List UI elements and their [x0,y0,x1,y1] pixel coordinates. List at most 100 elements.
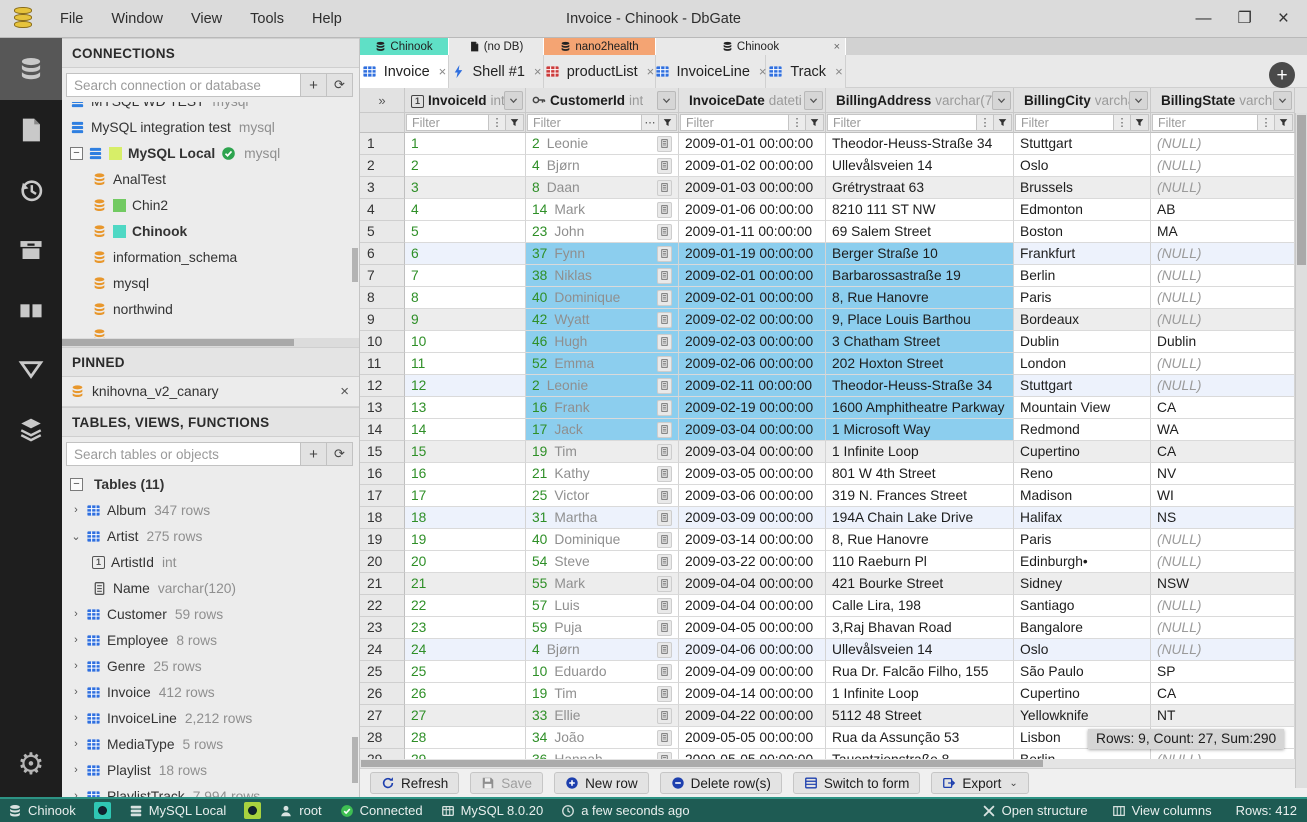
cell-invoicedate[interactable]: 2009-03-04 00:00:00 [679,419,826,441]
expand-chevron-icon[interactable]: › [70,790,82,797]
cell-invoicedate[interactable]: 2009-03-05 00:00:00 [679,463,826,485]
cell-billingcity[interactable]: Frankfurt [1014,243,1151,265]
cell-customerid[interactable]: 57 Luis [526,595,679,617]
cell-billingcity[interactable]: Bordeaux [1014,309,1151,331]
cell-billingcity[interactable]: Bangalore [1014,617,1151,639]
cell-billingaddress[interactable]: 801 W 4th Street [826,463,1014,485]
cell-billingstate[interactable]: Dublin [1151,331,1295,353]
cell-customerid[interactable]: 10 Eduardo [526,661,679,683]
cell-billingstate[interactable]: (NULL) [1151,639,1295,661]
row-number[interactable]: 26 [360,683,405,705]
cell-billingaddress[interactable]: 8, Rue Hanovre [826,529,1014,551]
filter-input[interactable]: Filter [827,114,976,131]
lookup-doc-icon[interactable] [657,179,672,196]
row-number[interactable]: 6 [360,243,405,265]
cell-billingstate[interactable]: (NULL) [1151,749,1295,759]
cell-billingstate[interactable]: CA [1151,441,1295,463]
cell-customerid[interactable]: 4 Bjørn [526,155,679,177]
cell-billingaddress[interactable]: 319 N. Frances Street [826,485,1014,507]
filter-menu-button[interactable]: ⋯ [641,114,658,131]
cell-invoiceid[interactable]: 20 [405,551,526,573]
cell-customerid[interactable]: 2 Leonie [526,375,679,397]
cell-invoicedate[interactable]: 2009-01-11 00:00:00 [679,221,826,243]
expand-chevron-icon[interactable]: › [70,608,82,620]
row-number[interactable]: 5 [360,221,405,243]
cell-billingcity[interactable]: Berlin [1014,749,1151,759]
cell-billingcity[interactable]: Cupertino [1014,441,1151,463]
cell-billingaddress[interactable]: 69 Salem Street [826,221,1014,243]
refresh-button[interactable]: Refresh [370,772,460,794]
cell-customerid[interactable]: 31 Martha [526,507,679,529]
row-number[interactable]: 8 [360,287,405,309]
cell-billingstate[interactable]: (NULL) [1151,551,1295,573]
tab-invoice[interactable]: Invoice × [360,55,449,88]
connection-item-mysql-local[interactable]: − MySQL Local mysql [62,140,359,166]
connections-search-input[interactable] [66,73,301,97]
close-tab-icon[interactable]: × [835,64,843,79]
refresh-tables-button[interactable]: ⟳ [327,442,353,466]
cell-customerid[interactable]: 19 Tim [526,683,679,705]
column-header-billingaddress[interactable]: BillingAddressvarchar(70 [826,88,1014,113]
table-item-playlist[interactable]: › Playlist 18 rows [62,757,359,783]
filter-input[interactable]: Filter [406,114,488,131]
db-group-chinook[interactable]: Chinook [360,38,449,55]
cell-billingcity[interactable]: Reno [1014,463,1151,485]
row-number[interactable]: 10 [360,331,405,353]
cell-billingaddress[interactable]: Rua da Assunção 53 [826,727,1014,749]
cell-billingaddress[interactable]: Grétrystraat 63 [826,177,1014,199]
cell-invoiceid[interactable]: 7 [405,265,526,287]
lookup-doc-icon[interactable] [657,641,672,658]
cell-billingaddress[interactable]: Tauentzienstraße 8 [826,749,1014,759]
cell-billingcity[interactable]: Edinburgh• [1014,551,1151,573]
cell-invoicedate[interactable]: 2009-03-14 00:00:00 [679,529,826,551]
cell-invoiceid[interactable]: 9 [405,309,526,331]
cell-invoicedate[interactable]: 2009-05-05 00:00:00 [679,727,826,749]
row-number[interactable]: 11 [360,353,405,375]
cell-invoiceid[interactable]: 28 [405,727,526,749]
cell-billingaddress[interactable]: Ullevålsveien 14 [826,639,1014,661]
cell-customerid[interactable]: 8 Daan [526,177,679,199]
cell-billingaddress[interactable]: Barbarossastraße 19 [826,265,1014,287]
file-nav-icon[interactable] [0,100,62,160]
cell-invoicedate[interactable]: 2009-04-04 00:00:00 [679,573,826,595]
cell-billingcity[interactable]: Edmonton [1014,199,1151,221]
cell-invoicedate[interactable]: 2009-02-11 00:00:00 [679,375,826,397]
grid-hscrollbar[interactable] [360,759,1307,768]
column-header-billingstate[interactable]: BillingStatevarcha [1151,88,1295,113]
lookup-doc-icon[interactable] [657,135,672,152]
expand-chevron-icon[interactable]: › [70,660,82,672]
row-number[interactable]: 14 [360,419,405,441]
cell-invoicedate[interactable]: 2009-02-06 00:00:00 [679,353,826,375]
column-header-invoicedate[interactable]: InvoiceDate dateti [679,88,826,113]
cell-invoiceid[interactable]: 5 [405,221,526,243]
cell-billingcity[interactable]: Stuttgart [1014,133,1151,155]
database-nav-icon[interactable] [0,38,62,100]
db-group--no-db-[interactable]: (no DB) [449,38,544,55]
connection-item-mysql-integration-test[interactable]: MySQL integration test mysql [62,114,359,140]
lookup-doc-icon[interactable] [657,663,672,680]
filter-input[interactable]: Filter [680,114,788,131]
cell-billingstate[interactable]: WA [1151,419,1295,441]
plugins-nav-icon[interactable] [0,400,62,460]
cell-billingcity[interactable]: Yellowknife [1014,705,1151,727]
cell-customerid[interactable]: 40 Dominique [526,529,679,551]
tables-vscrollbar[interactable] [351,493,359,793]
cell-billingstate[interactable]: NSW [1151,573,1295,595]
unpin-button[interactable]: × [340,383,349,400]
cell-billingaddress[interactable]: Theodor-Heuss-Straße 34 [826,133,1014,155]
row-number[interactable]: 19 [360,529,405,551]
lookup-doc-icon[interactable] [657,729,672,746]
restore-button[interactable]: ❐ [1238,10,1252,27]
cell-billingaddress[interactable]: Ullevålsveien 14 [826,155,1014,177]
table-item-playlisttrack[interactable]: › PlaylistTrack 7,994 rows [62,783,359,797]
row-number[interactable]: 13 [360,397,405,419]
menu-view[interactable]: View [179,7,234,31]
table-item-employee[interactable]: › Employee 8 rows [62,627,359,653]
status-mysql-local[interactable]: MySQL Local [129,803,226,818]
cell-customerid[interactable]: 17 Jack [526,419,679,441]
cell-invoiceid[interactable]: 17 [405,485,526,507]
cell-customerid[interactable]: 52 Emma [526,353,679,375]
cell-billingcity[interactable]: London [1014,353,1151,375]
cell-customerid[interactable]: 59 Puja [526,617,679,639]
filter-input[interactable]: Filter [1152,114,1257,131]
